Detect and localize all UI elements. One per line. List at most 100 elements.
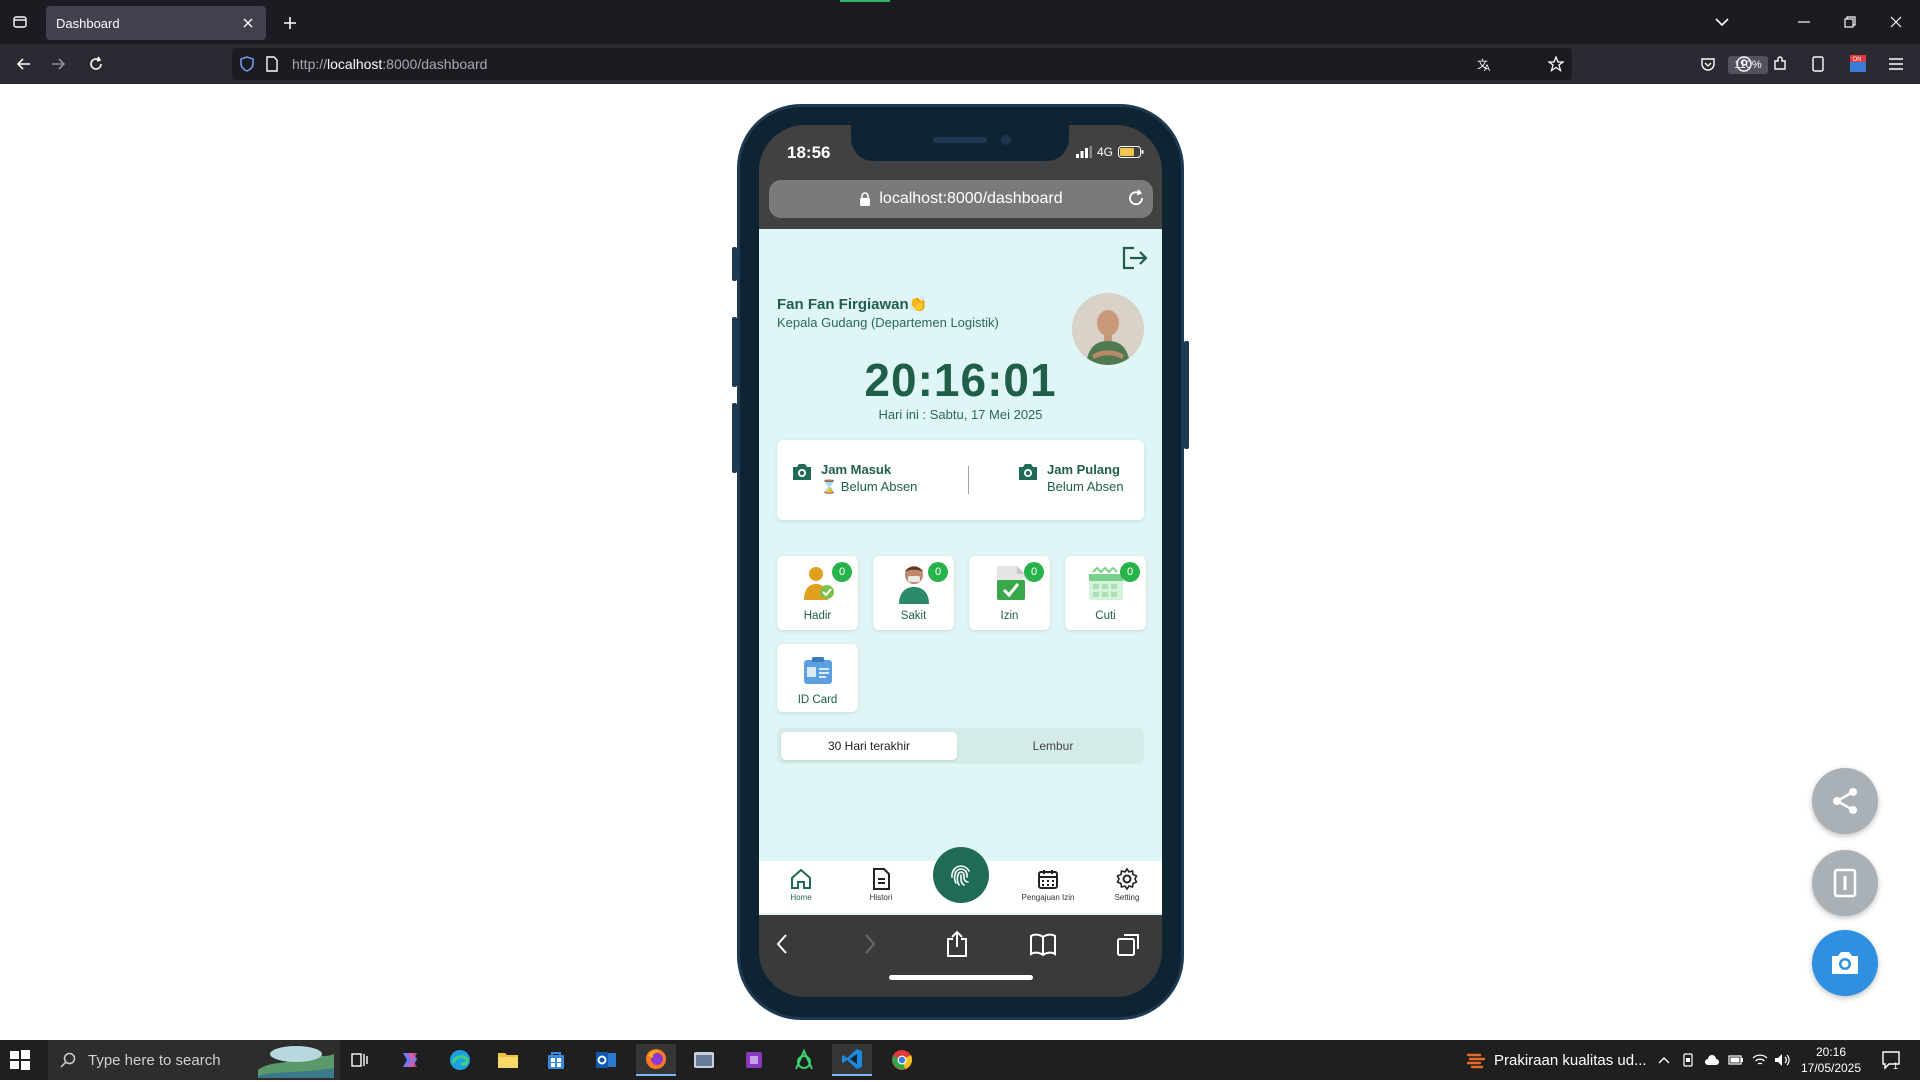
url-text[interactable]: http://localhost:8000/dashboard bbox=[292, 56, 487, 72]
onenote-icon[interactable] bbox=[734, 1044, 774, 1076]
tray-battery-icon[interactable] bbox=[1726, 1044, 1746, 1076]
outlook-icon[interactable] bbox=[586, 1044, 626, 1076]
tab-dashboard[interactable]: Dashboard bbox=[46, 6, 266, 40]
app-window-icon[interactable] bbox=[684, 1044, 724, 1076]
new-tab-icon[interactable] bbox=[278, 11, 302, 35]
safari-reload-icon[interactable] bbox=[1127, 189, 1145, 212]
extensions-icon[interactable] bbox=[1768, 52, 1792, 76]
copilot-icon[interactable] bbox=[390, 1044, 430, 1076]
camera-icon bbox=[1019, 464, 1037, 480]
menu-sakit[interactable]: 0 Sakit bbox=[873, 556, 954, 630]
close-window-icon[interactable] bbox=[1884, 10, 1908, 34]
menu-hadir[interactable]: 0 Hadir bbox=[777, 556, 858, 630]
count-badge: 0 bbox=[928, 562, 948, 582]
forward-icon[interactable] bbox=[46, 52, 70, 76]
account-icon[interactable] bbox=[1732, 52, 1756, 76]
count-badge: 0 bbox=[832, 562, 852, 582]
fingerprint-button[interactable] bbox=[933, 847, 989, 903]
browser-tab-bar: Dashboard bbox=[0, 0, 1920, 44]
lock-icon bbox=[860, 192, 871, 206]
nav-setting-label: Setting bbox=[1114, 893, 1140, 902]
home-icon bbox=[791, 868, 811, 889]
tab-overtime[interactable]: Lembur bbox=[965, 732, 1141, 760]
tab-indicator bbox=[840, 0, 890, 2]
nav-setting[interactable]: Setting bbox=[1092, 867, 1162, 902]
menu-izin[interactable]: 0 Izin bbox=[969, 556, 1050, 630]
tab-last-30-days[interactable]: 30 Hari terakhir bbox=[781, 732, 957, 760]
pocket-icon[interactable] bbox=[1696, 52, 1720, 76]
today-date: Hari ini : Sabtu, 17 Mei 2025 bbox=[878, 407, 1043, 422]
safari-bookmarks-icon[interactable] bbox=[1028, 929, 1058, 959]
list-all-tabs-icon[interactable] bbox=[1710, 10, 1734, 34]
firefox-icon[interactable] bbox=[636, 1044, 676, 1076]
notifications-icon[interactable]: 1 bbox=[1872, 1044, 1912, 1076]
onedrive-icon[interactable] bbox=[1702, 1044, 1722, 1076]
safari-address-bar[interactable]: localhost:8000/dashboard bbox=[769, 180, 1153, 218]
nav-history-label: Histori bbox=[869, 893, 893, 902]
search-placeholder: Type here to search bbox=[88, 1051, 221, 1069]
bookmark-star-icon[interactable] bbox=[1547, 55, 1565, 77]
check-out-block[interactable]: Jam Pulang Belum Absen bbox=[1017, 462, 1124, 494]
shield-icon[interactable] bbox=[240, 56, 254, 77]
nav-history[interactable]: Histori bbox=[846, 867, 916, 902]
air-quality-icon bbox=[1466, 1053, 1486, 1069]
clock-tray[interactable]: 20:16 17/05/2025 bbox=[1796, 1044, 1866, 1076]
page-icon bbox=[266, 56, 278, 77]
nav-home-label: Home bbox=[790, 893, 812, 902]
safari-tabs-icon[interactable] bbox=[1114, 929, 1144, 959]
network-type: 4G bbox=[1096, 145, 1113, 159]
device-toggle-button[interactable] bbox=[1812, 850, 1878, 916]
file-explorer-icon[interactable] bbox=[488, 1044, 528, 1076]
menu-cuti[interactable]: 0 Cuti bbox=[1065, 556, 1146, 630]
menu-icon[interactable] bbox=[1884, 52, 1908, 76]
check-in-value: ⌛ Belum Absen bbox=[821, 479, 918, 494]
check-in-block[interactable]: Jam Masuk ⌛ Belum Absen bbox=[791, 462, 917, 495]
check-out-value: Belum Absen bbox=[1047, 479, 1124, 494]
edge-icon[interactable] bbox=[440, 1044, 480, 1076]
check-in-label: Jam Masuk bbox=[821, 462, 892, 477]
task-view-icon[interactable] bbox=[340, 1044, 380, 1076]
start-button[interactable] bbox=[8, 1048, 32, 1072]
android-studio-icon[interactable] bbox=[784, 1044, 824, 1076]
tray-time: 20:16 bbox=[1815, 1045, 1847, 1059]
volume-icon[interactable] bbox=[1772, 1044, 1792, 1076]
back-icon[interactable] bbox=[12, 52, 36, 76]
wifi-icon[interactable] bbox=[1750, 1044, 1770, 1076]
safari-toolbar bbox=[759, 915, 1162, 997]
share-button[interactable] bbox=[1812, 768, 1878, 834]
close-tab-icon[interactable] bbox=[240, 15, 256, 31]
weather-widget[interactable]: Prakiraan kualitas ud... bbox=[1466, 1040, 1647, 1080]
screenshot-button[interactable] bbox=[1812, 930, 1878, 996]
share-icon bbox=[1833, 788, 1857, 814]
nav-home[interactable]: Home bbox=[766, 867, 836, 902]
menu-id-card[interactable]: ID Card bbox=[777, 644, 858, 712]
camera-icon bbox=[1001, 135, 1011, 145]
device-icon[interactable] bbox=[1806, 52, 1830, 76]
store-icon[interactable] bbox=[536, 1044, 576, 1076]
reload-icon[interactable] bbox=[84, 52, 108, 76]
extension-on-icon[interactable]: ON bbox=[1846, 52, 1870, 76]
minimize-icon[interactable] bbox=[1792, 10, 1816, 34]
logout-icon[interactable] bbox=[1120, 245, 1148, 271]
user-role: Kepala Gudang (Departemen Logistik) bbox=[777, 315, 999, 330]
tray-device-icon[interactable] bbox=[1678, 1044, 1698, 1076]
svg-text:ON: ON bbox=[1853, 57, 1862, 63]
menu-label: Cuti bbox=[1095, 610, 1116, 622]
tab-title: Dashboard bbox=[56, 15, 120, 31]
tray-chevron-icon[interactable] bbox=[1654, 1044, 1674, 1076]
chrome-icon[interactable] bbox=[882, 1044, 922, 1076]
taskbar-search[interactable]: Type here to search bbox=[48, 1040, 340, 1080]
safari-forward-icon[interactable] bbox=[855, 929, 885, 959]
safari-back-icon[interactable] bbox=[767, 929, 797, 959]
safari-share-icon[interactable] bbox=[942, 929, 972, 959]
phone-screen: 18:56 4G localhost:8000/dashboard Fan Fa… bbox=[759, 125, 1162, 997]
restore-icon[interactable] bbox=[1838, 10, 1862, 34]
vscode-icon[interactable] bbox=[832, 1044, 872, 1076]
translate-icon[interactable]: 文A bbox=[1476, 56, 1492, 77]
live-clock: 20:16:01 bbox=[864, 354, 1057, 406]
nav-leave-request[interactable]: Pengajuan Izin bbox=[1013, 867, 1083, 902]
home-indicator[interactable] bbox=[889, 975, 1033, 980]
tab-list-icon[interactable] bbox=[8, 10, 32, 34]
phone-device-icon bbox=[1833, 868, 1857, 898]
address-bar[interactable]: http://localhost:8000/dashboard 文A 110% bbox=[232, 48, 1768, 80]
